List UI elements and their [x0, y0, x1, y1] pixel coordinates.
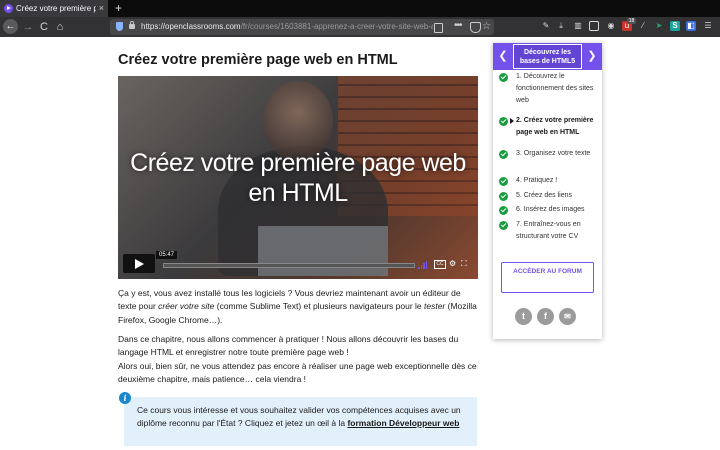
training-link[interactable]: formation Développeur web	[347, 418, 459, 428]
info-text: Ce cours vous intéresse et vous souhaite…	[137, 405, 461, 428]
check-icon	[499, 192, 508, 201]
check-icon	[499, 73, 508, 82]
current-chapter-pointer-icon	[510, 118, 514, 124]
part-title[interactable]: Découvrez les bases de HTML5	[513, 44, 582, 69]
course-outline-sidebar: ❮ Découvrez les bases de HTML5 ❯ 1. Déco…	[493, 43, 602, 339]
wrench-icon[interactable]: ✎	[541, 21, 551, 31]
page-title: Créez votre première page web en HTML	[118, 52, 398, 68]
library-icon[interactable]: ▥	[573, 21, 583, 31]
intro-paragraph: Ça y est, vous avez installé tous les lo…	[118, 288, 477, 325]
bookmark-star-icon[interactable]: ☆	[482, 19, 491, 35]
sidebar-icon[interactable]	[589, 21, 599, 31]
volume-icon[interactable]	[418, 261, 428, 269]
twitter-share-icon[interactable]: t	[515, 308, 532, 325]
new-tab-button[interactable]: +	[115, 0, 122, 16]
info-icon: i	[119, 392, 131, 404]
video-duration: 05:47	[156, 251, 178, 259]
fullscreen-icon[interactable]: ⛶	[461, 259, 467, 269]
check-icon	[499, 117, 508, 126]
email-share-icon[interactable]: ✉	[559, 308, 576, 325]
address-bar[interactable]: https://openclassrooms.com/fr/courses/16…	[110, 19, 494, 35]
video-progress-bar[interactable]	[163, 263, 415, 268]
check-icon	[499, 206, 508, 215]
chapter-label[interactable]: 7. Entraînez-vous en structurant votre C…	[516, 219, 596, 243]
chapter-label[interactable]: 3. Organisez votre texte	[516, 148, 596, 160]
notification-badge: 18	[627, 18, 636, 24]
page-content: Créez votre première page web en HTML Cr…	[0, 37, 720, 450]
chapter-paragraph: Dans ce chapitre, nous allons commencer …	[118, 334, 477, 384]
tab-close-icon[interactable]: ×	[99, 0, 104, 17]
sidebar-header: ❮ Découvrez les bases de HTML5 ❯	[493, 43, 602, 70]
url-text[interactable]: https://openclassrooms.com/fr/courses/16…	[141, 19, 433, 35]
video-player[interactable]: Créez votre première page web en HTML 05…	[118, 76, 478, 279]
page-actions-icon[interactable]: •••	[454, 19, 462, 33]
lock-icon[interactable]	[129, 21, 135, 29]
download-icon[interactable]: ⤓	[556, 21, 566, 31]
account-icon[interactable]: ◉	[606, 21, 616, 31]
menu-icon[interactable]: ☰	[703, 21, 713, 31]
feedly-icon[interactable]: ➤	[654, 21, 664, 31]
check-icon	[499, 150, 508, 159]
tab-title: Créez votre première page web	[16, 4, 96, 13]
chapter-label[interactable]: 5. Créez des liens	[516, 190, 596, 202]
check-icon	[499, 221, 508, 230]
access-forum-button[interactable]: ACCÉDER AU FORUM	[501, 262, 594, 293]
chapter-label[interactable]: 2. Créez votre première page web en HTML	[516, 115, 596, 139]
forward-button[interactable]: →	[20, 19, 36, 35]
reader-view-icon[interactable]	[434, 23, 443, 33]
translate-extension-icon[interactable]: ◧	[686, 21, 696, 31]
navigation-bar: ← → C ⌂ https://openclassrooms.com/fr/co…	[0, 17, 720, 37]
previous-part-chevron-icon[interactable]: ❮	[493, 43, 513, 70]
tab-bar: Créez votre première page web × +	[0, 0, 720, 17]
back-button[interactable]: ←	[3, 19, 18, 34]
video-title-overlay: Créez votre première page web en HTML	[130, 149, 466, 207]
next-part-chevron-icon[interactable]: ❯	[582, 43, 602, 70]
home-button[interactable]: ⌂	[52, 19, 68, 35]
openclassrooms-favicon-icon	[4, 4, 13, 13]
check-icon	[499, 177, 508, 186]
chapter-label[interactable]: 1. Découvrez le fonctionnement des sites…	[516, 71, 596, 107]
tracking-protection-shield-icon[interactable]	[116, 22, 123, 31]
play-button[interactable]	[123, 254, 155, 273]
browser-tab-active[interactable]: Créez votre première page web ×	[0, 0, 108, 17]
color-picker-icon[interactable]: ⁄	[638, 21, 648, 31]
settings-gear-icon[interactable]: ⚙	[449, 259, 456, 269]
facebook-share-icon[interactable]: f	[537, 308, 554, 325]
chapter-label[interactable]: 4. Pratiquez !	[516, 175, 596, 187]
pocket-icon[interactable]	[470, 22, 481, 33]
video-laptop	[258, 226, 388, 276]
s-extension-icon[interactable]: S	[670, 21, 680, 31]
chapter-label[interactable]: 6. Insérez des images	[516, 204, 596, 216]
captions-button[interactable]: CC	[434, 260, 446, 269]
reload-button[interactable]: C	[36, 19, 52, 35]
